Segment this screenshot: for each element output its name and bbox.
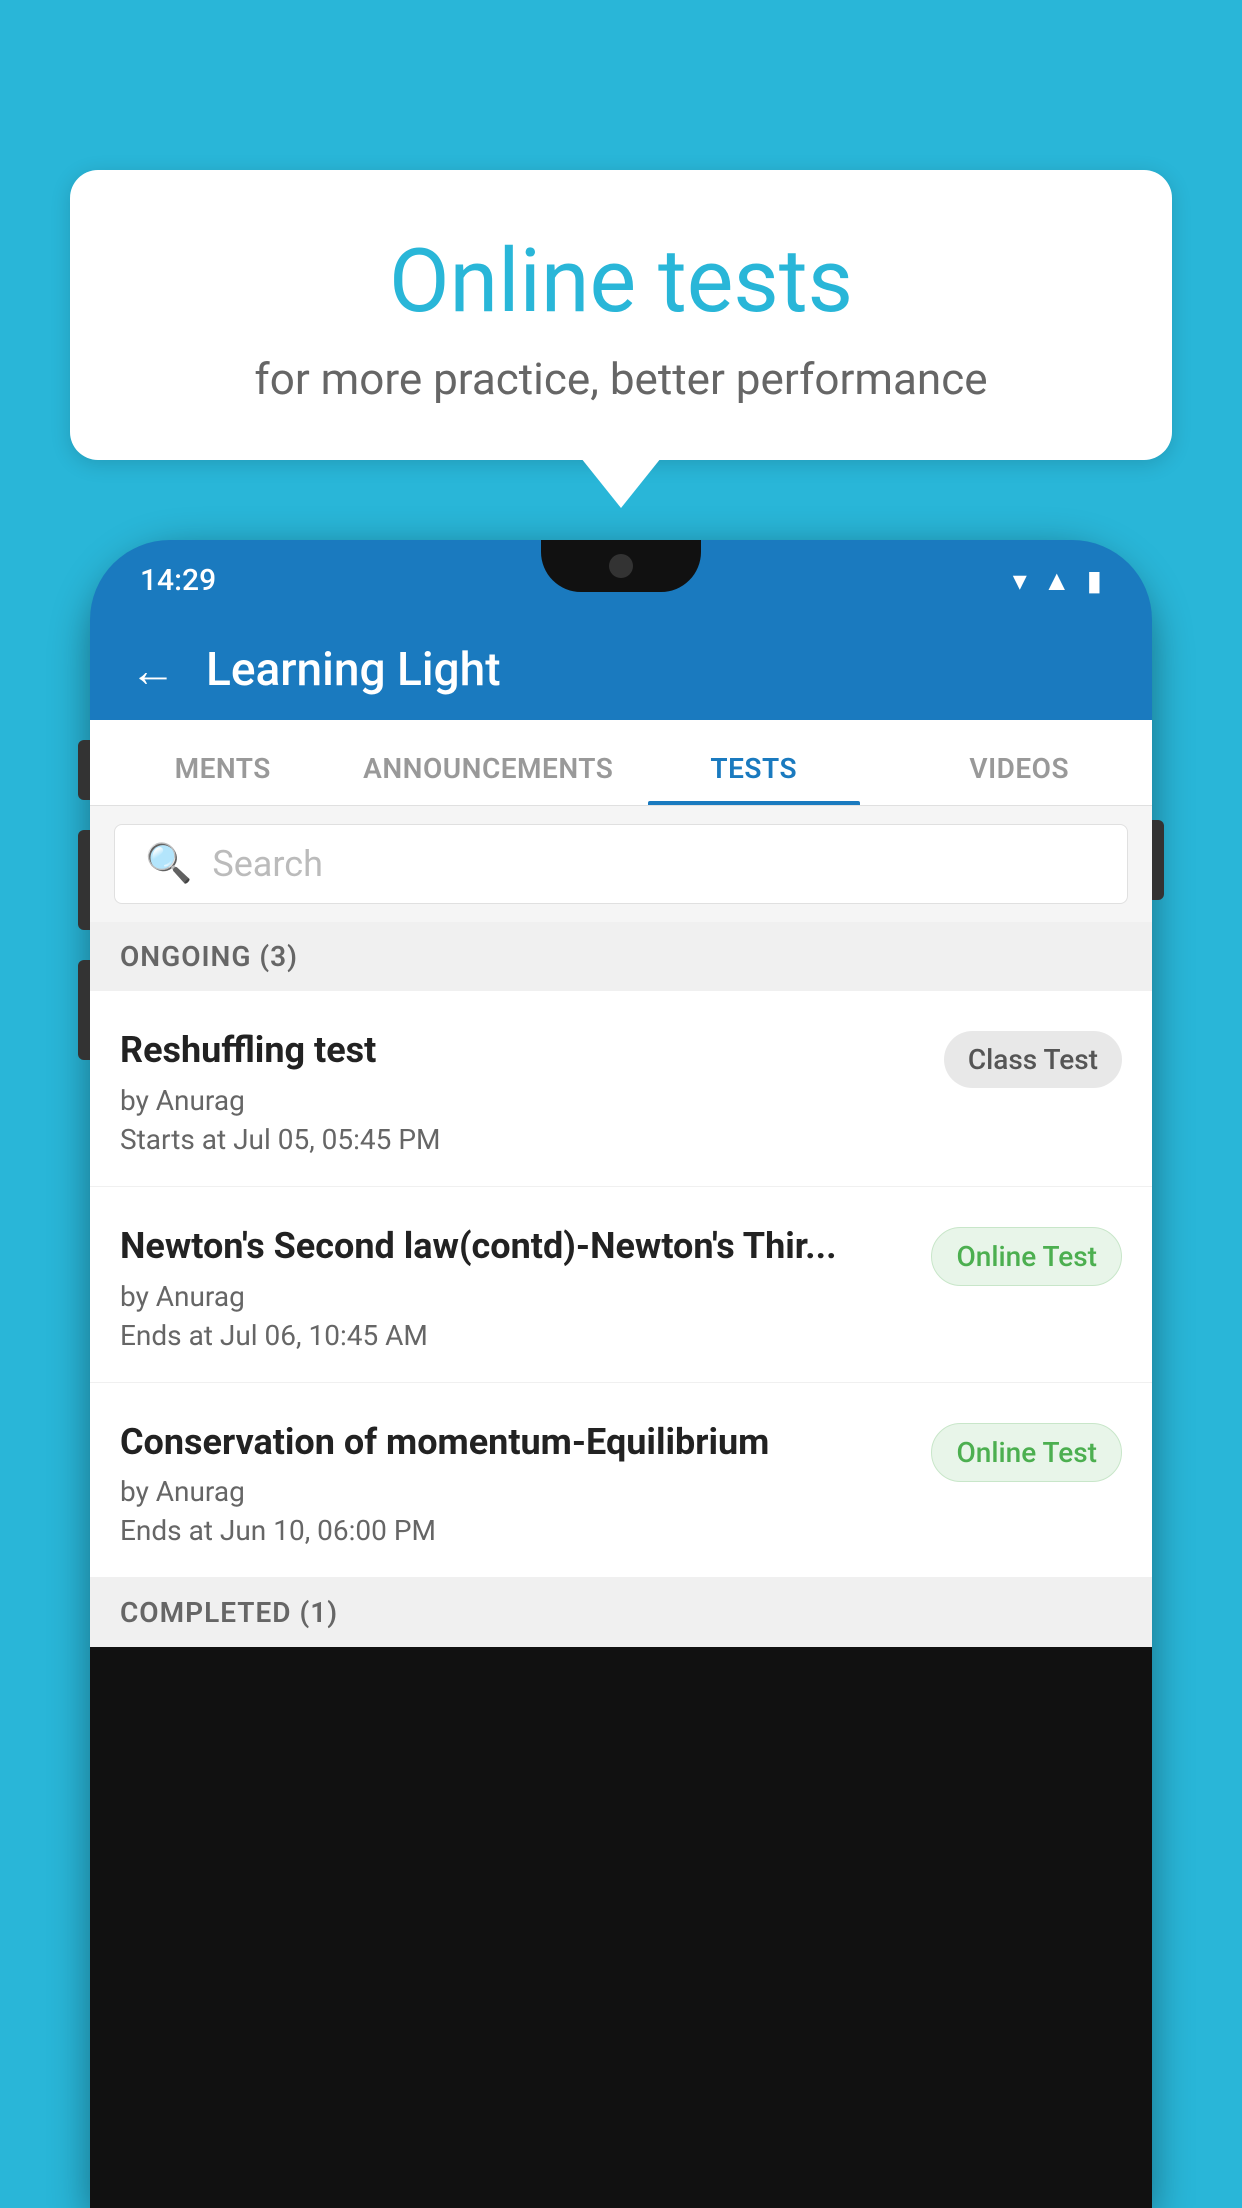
test-time: Ends at Jul 06, 10:45 AM — [120, 1319, 911, 1352]
front-camera — [609, 554, 633, 578]
status-bar: 14:29 ▾ ▲ ▮ — [90, 540, 1152, 620]
ongoing-section-header: ONGOING (3) — [90, 922, 1152, 991]
search-bar[interactable]: 🔍 Search — [114, 824, 1128, 904]
test-item-conservation[interactable]: Conservation of momentum-Equilibrium by … — [90, 1383, 1152, 1579]
bubble-title: Online tests — [120, 230, 1122, 333]
test-badge-online: Online Test — [931, 1227, 1122, 1286]
completed-section-header: COMPLETED (1) — [90, 1578, 1152, 1647]
phone-screen: MENTS ANNOUNCEMENTS TESTS VIDEOS 🔍 Searc… — [90, 720, 1152, 1647]
app-header: ← Learning Light — [90, 620, 1152, 720]
test-time: Ends at Jun 10, 06:00 PM — [120, 1514, 911, 1547]
signal-icon: ▲ — [1043, 564, 1071, 597]
test-time: Starts at Jul 05, 05:45 PM — [120, 1123, 924, 1156]
battery-icon: ▮ — [1087, 564, 1102, 597]
status-icons: ▾ ▲ ▮ — [1013, 564, 1102, 597]
tab-videos[interactable]: VIDEOS — [887, 752, 1153, 805]
tab-announcements[interactable]: ANNOUNCEMENTS — [356, 752, 622, 805]
power-button — [1152, 820, 1164, 900]
app-title: Learning Light — [206, 643, 501, 697]
phone-frame: 14:29 ▾ ▲ ▮ ← Learning Light MENTS ANNOU… — [90, 540, 1152, 2208]
phone-notch — [541, 540, 701, 592]
test-author: by Anurag — [120, 1280, 911, 1313]
test-badge-online-2: Online Test — [931, 1423, 1122, 1482]
status-time: 14:29 — [140, 563, 216, 598]
test-name: Newton's Second law(contd)-Newton's Thir… — [120, 1223, 911, 1270]
tab-ments[interactable]: MENTS — [90, 752, 356, 805]
test-item-left: Conservation of momentum-Equilibrium by … — [120, 1419, 931, 1548]
test-item-newtons[interactable]: Newton's Second law(contd)-Newton's Thir… — [90, 1187, 1152, 1383]
test-item-reshuffling[interactable]: Reshuffling test by Anurag Starts at Jul… — [90, 991, 1152, 1187]
speech-bubble: Online tests for more practice, better p… — [70, 170, 1172, 460]
test-badge-class: Class Test — [944, 1031, 1122, 1088]
search-container: 🔍 Search — [90, 806, 1152, 922]
test-item-left: Reshuffling test by Anurag Starts at Jul… — [120, 1027, 944, 1156]
wifi-icon: ▾ — [1013, 564, 1027, 597]
test-item-left: Newton's Second law(contd)-Newton's Thir… — [120, 1223, 931, 1352]
volume-down-button — [78, 830, 90, 930]
tab-tests[interactable]: TESTS — [621, 752, 887, 805]
back-button[interactable]: ← — [130, 643, 176, 698]
tabs-bar: MENTS ANNOUNCEMENTS TESTS VIDEOS — [90, 720, 1152, 806]
search-input[interactable]: Search — [212, 843, 323, 885]
test-name: Reshuffling test — [120, 1027, 924, 1074]
test-author: by Anurag — [120, 1084, 924, 1117]
bubble-subtitle: for more practice, better performance — [120, 353, 1122, 405]
volume-up-button — [78, 740, 90, 800]
search-icon: 🔍 — [145, 842, 192, 886]
test-name: Conservation of momentum-Equilibrium — [120, 1419, 911, 1466]
test-author: by Anurag — [120, 1475, 911, 1508]
silent-button — [78, 960, 90, 1060]
